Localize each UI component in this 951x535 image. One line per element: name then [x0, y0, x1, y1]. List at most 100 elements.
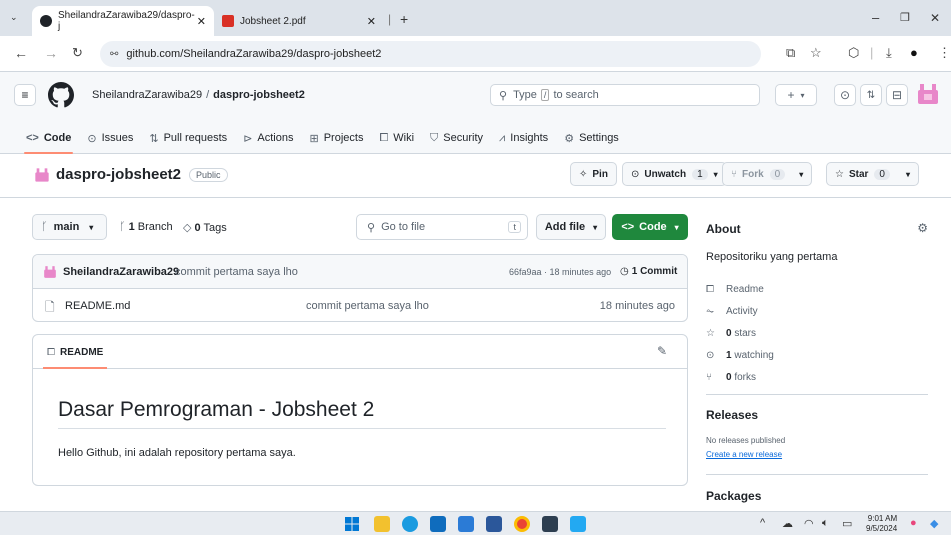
- readme-link[interactable]: ⧠ Readme: [706, 278, 774, 300]
- cast-icon[interactable]: ⧉: [786, 45, 795, 61]
- fork-button[interactable]: ⑂ Fork 0 ▾: [722, 162, 813, 186]
- readme-tab[interactable]: ⧠ README: [43, 335, 108, 369]
- file-commit-message-link[interactable]: commit pertama saya lho: [306, 300, 429, 312]
- tab-code[interactable]: <> Code: [18, 122, 79, 154]
- browser-tab-github[interactable]: SheilandraZarawiba29/daspro-j ✕: [32, 6, 214, 36]
- wifi-icon[interactable]: ◠: [804, 517, 814, 530]
- tab-search-chevron-icon[interactable]: ⌄: [10, 12, 18, 23]
- github-logo-icon[interactable]: [48, 82, 74, 108]
- file-name-link[interactable]: README.md: [65, 300, 130, 312]
- extensions-icon[interactable]: ⬡: [848, 45, 859, 61]
- issues-button[interactable]: ⊙: [834, 84, 856, 106]
- fork-label: Fork: [742, 168, 764, 180]
- search-suffix-text: to search: [553, 89, 599, 101]
- packages-title-link[interactable]: Packages: [706, 489, 761, 503]
- tab-insights[interactable]: ⩘ Insights: [491, 122, 556, 154]
- breadcrumb-repo-link[interactable]: daspro-jobsheet2: [213, 89, 305, 101]
- tab-issues[interactable]: ⊙ Issues: [79, 122, 141, 154]
- tab-label: Code: [43, 132, 72, 144]
- maximize-icon[interactable]: ❐: [900, 11, 910, 24]
- inbox-button[interactable]: ⊟: [886, 84, 908, 106]
- site-settings-icon[interactable]: ⚯: [110, 49, 118, 60]
- tab-actions[interactable]: ⊳ Actions: [235, 122, 301, 154]
- search-input[interactable]: ⚲ Type / to search: [490, 84, 760, 106]
- tab-label: Pull requests: [163, 132, 228, 144]
- file-explorer-icon[interactable]: [374, 516, 390, 532]
- tab-wiki[interactable]: ⧠ Wiki: [371, 122, 422, 154]
- book-icon: ⧠: [706, 283, 714, 295]
- close-tab-icon[interactable]: ✕: [367, 15, 376, 28]
- stars-link[interactable]: ☆ 0 stars: [706, 322, 774, 344]
- watching-link[interactable]: ⊙ 1 watching: [706, 344, 774, 366]
- commit-message-link[interactable]: commit pertama saya lho: [175, 266, 298, 278]
- watch-count: 1: [692, 168, 708, 180]
- close-window-icon[interactable]: ✕: [930, 11, 940, 25]
- go-to-file-input[interactable]: ⚲ Go to file t: [356, 214, 528, 240]
- forks-link[interactable]: ⑂ 0 forks: [706, 366, 774, 388]
- profile-icon[interactable]: ●: [910, 45, 918, 60]
- tab-security[interactable]: ⛉ Security: [422, 122, 491, 154]
- create-release-link[interactable]: Create a new release: [706, 450, 782, 459]
- copilot-icon[interactable]: ◆: [930, 517, 938, 530]
- create-new-button[interactable]: + ▾: [775, 84, 817, 106]
- notification-bell-icon[interactable]: ●: [910, 517, 917, 529]
- edge-browser-icon[interactable]: [402, 516, 418, 532]
- tab-pull-requests[interactable]: ⇅ Pull requests: [141, 122, 235, 154]
- hamburger-menu-icon[interactable]: ≡: [14, 84, 36, 106]
- edit-pencil-icon[interactable]: ✎: [657, 344, 667, 358]
- system-clock[interactable]: 9:01 AM 9/5/2024: [866, 514, 897, 534]
- battery-icon[interactable]: ▭: [842, 517, 852, 530]
- releases-title-link[interactable]: Releases: [706, 408, 758, 422]
- commit-hash-info[interactable]: 66fa9aa · 18 minutes ago: [509, 267, 611, 277]
- download-icon[interactable]: ⤓: [886, 45, 892, 61]
- browser-tab-strip: ⌄ SheilandraZarawiba29/daspro-j ✕ Jobshe…: [0, 0, 951, 36]
- bookmark-star-icon[interactable]: ☆: [810, 45, 822, 61]
- no-releases-text: No releases published: [706, 436, 786, 445]
- add-file-button[interactable]: Add file ▾: [536, 214, 606, 240]
- address-bar: ← → ↻ ⚯ github.com/SheilandraZarawiba29/…: [0, 36, 951, 72]
- store-icon[interactable]: [430, 516, 446, 532]
- eye-icon: ⊙: [706, 349, 715, 361]
- reload-icon[interactable]: ↻: [72, 45, 83, 61]
- pull-requests-button[interactable]: ⇅: [860, 84, 882, 106]
- tray-chevron-up-icon[interactable]: ^: [760, 517, 765, 529]
- chrome-icon[interactable]: [514, 516, 530, 532]
- commit-author-avatar[interactable]: [43, 265, 57, 279]
- repo-name-link[interactable]: daspro-jobsheet2: [56, 166, 181, 183]
- minimize-icon[interactable]: –: [872, 10, 879, 25]
- repo-description: Repositoriku yang pertama: [706, 251, 838, 263]
- terminal-icon[interactable]: [542, 516, 558, 532]
- windows-start-icon[interactable]: [344, 516, 360, 532]
- forward-arrow-icon[interactable]: →: [44, 45, 58, 61]
- table-row[interactable]: 🗋 README.md commit pertama saya lho 18 m…: [33, 289, 687, 321]
- branch-selector[interactable]: ᚴ main ▾: [32, 214, 107, 240]
- commit-author-link[interactable]: SheilandraZarawiba29: [63, 266, 179, 278]
- new-tab-plus-icon[interactable]: +: [400, 11, 408, 27]
- vscode-icon[interactable]: [570, 516, 586, 532]
- code-button-label: Code: [639, 221, 667, 233]
- add-file-label: Add file: [544, 221, 586, 233]
- star-button[interactable]: ☆ Star 0 ▾: [826, 162, 919, 186]
- browser-menu-icon[interactable]: ⋮: [938, 45, 951, 61]
- branch-count-link[interactable]: ᚴ1 Branch: [119, 221, 173, 233]
- tray-cloud-icon[interactable]: ☁: [782, 517, 793, 530]
- tab-settings[interactable]: ⚙ Settings: [556, 122, 627, 154]
- about-item-label: stars: [734, 327, 757, 339]
- activity-link[interactable]: ⏦ Activity: [706, 300, 774, 322]
- app-icon[interactable]: [458, 516, 474, 532]
- close-tab-icon[interactable]: ✕: [197, 15, 206, 28]
- word-icon[interactable]: [486, 516, 502, 532]
- commit-history-link[interactable]: ◷ 1 Commit: [620, 266, 677, 277]
- tab-projects[interactable]: ⊞ Projects: [301, 122, 371, 154]
- volume-icon[interactable]: 🔈︎: [822, 517, 829, 530]
- browser-tab-pdf[interactable]: Jobsheet 2.pdf ✕: [214, 6, 384, 36]
- breadcrumb-owner-link[interactable]: SheilandraZarawiba29: [92, 89, 202, 101]
- pin-button[interactable]: ✧ Pin: [570, 162, 617, 186]
- url-input[interactable]: ⚯ github.com/SheilandraZarawiba29/daspro…: [100, 41, 761, 67]
- gear-icon[interactable]: ⚙: [917, 221, 928, 235]
- back-arrow-icon[interactable]: ←: [14, 45, 28, 61]
- tags-count-link[interactable]: ◇ 0 Tags: [183, 221, 227, 234]
- unwatch-button[interactable]: ⊙ Unwatch 1 ▾: [622, 162, 727, 186]
- code-button[interactable]: <> Code ▾: [612, 214, 688, 240]
- user-avatar[interactable]: [916, 82, 940, 106]
